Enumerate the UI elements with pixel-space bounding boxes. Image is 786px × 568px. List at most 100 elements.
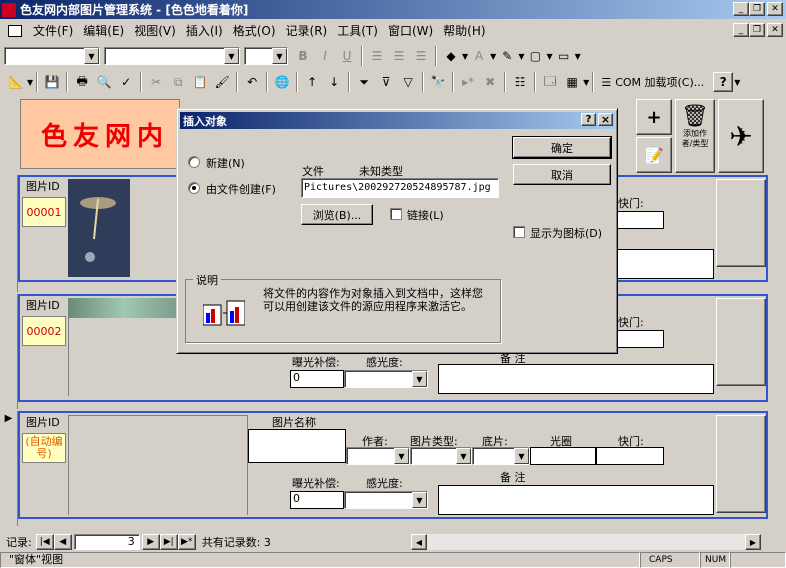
radio-from-file-label[interactable]: 由文件创建(F) <box>206 181 276 197</box>
link-checkbox[interactable] <box>390 208 402 220</box>
minimize-button[interactable]: _ <box>733 2 749 16</box>
airplane-button[interactable]: ✈ <box>718 99 764 173</box>
hscroll-left-button[interactable]: ◀ <box>410 534 427 550</box>
chevron-down-icon[interactable]: ▼ <box>575 52 581 61</box>
sort-desc-icon[interactable]: ↓ <box>324 72 344 92</box>
record-selector[interactable] <box>0 175 18 292</box>
chevron-down-icon[interactable]: ▼ <box>546 52 552 61</box>
side-button[interactable] <box>716 298 766 386</box>
exposure-field[interactable]: 0 <box>290 491 344 509</box>
paste-icon[interactable]: 📋 <box>190 72 210 92</box>
print-preview-icon[interactable]: 🔍 <box>94 72 114 92</box>
iso-combo[interactable]: ▼ <box>344 491 428 509</box>
chevron-down-icon[interactable]: ▼ <box>583 78 589 87</box>
photo-thumbnail[interactable] <box>68 179 130 277</box>
remarks-field[interactable] <box>438 364 714 394</box>
find-icon[interactable]: 🔭 <box>428 72 448 92</box>
italic-icon[interactable]: I <box>315 46 335 66</box>
filter-selection-icon[interactable]: ⏷ <box>354 72 374 92</box>
hyperlink-icon[interactable]: 🌐 <box>272 72 292 92</box>
dialog-help-button[interactable]: ? <box>581 113 596 126</box>
menu-file[interactable]: 文件(F) <box>28 21 78 41</box>
browse-button[interactable]: 浏览(B)... <box>301 204 373 225</box>
menu-format[interactable]: 格式(O) <box>228 21 281 41</box>
delete-record-icon[interactable]: ✖ <box>480 72 500 92</box>
pic-id-field[interactable]: 00001 <box>22 197 66 227</box>
chevron-down-icon[interactable]: ▼ <box>518 52 524 61</box>
fill-color-icon[interactable]: ◆ <box>441 46 461 66</box>
new-record-button[interactable]: ▶* <box>177 534 196 550</box>
photo-frame[interactable] <box>68 415 248 515</box>
shutter-field[interactable] <box>596 447 664 465</box>
author-combo[interactable]: ▼ <box>346 447 410 465</box>
iso-combo[interactable]: ▼ <box>344 370 428 388</box>
print-icon[interactable]: 🖶 <box>72 72 92 92</box>
help-icon[interactable]: ? <box>713 72 734 92</box>
doc-close-button[interactable]: ✕ <box>767 23 783 37</box>
chevron-down-icon[interactable]: ▼ <box>462 52 468 61</box>
save-icon[interactable]: 💾 <box>42 72 62 92</box>
exposure-field[interactable]: 0 <box>290 370 344 388</box>
format-painter-icon[interactable]: 🖌 <box>212 72 232 92</box>
sort-asc-icon[interactable]: ↑ <box>302 72 322 92</box>
side-button[interactable] <box>716 415 766 513</box>
new-object-icon[interactable]: ▦ <box>562 72 582 92</box>
hscroll-track[interactable] <box>426 534 745 550</box>
font-color-icon[interactable]: A <box>469 46 489 66</box>
first-record-button[interactable]: |◀ <box>35 534 54 550</box>
menu-window[interactable]: 窗口(W) <box>383 21 438 41</box>
database-window-icon[interactable]: 🗔 <box>540 72 560 92</box>
cut-icon[interactable]: ✂ <box>146 72 166 92</box>
pic-type-combo[interactable]: ▼ <box>410 447 472 465</box>
line-color-icon[interactable]: ✎ <box>497 46 517 66</box>
add-button[interactable]: + <box>636 99 672 135</box>
com-addins-button[interactable]: COM 加载项(C)... <box>615 74 704 90</box>
remarks-field[interactable] <box>438 485 714 515</box>
bold-icon[interactable]: B <box>293 46 313 66</box>
photo-thumbnail[interactable] <box>68 298 180 318</box>
menu-records[interactable]: 记录(R) <box>281 21 333 41</box>
line-width-icon[interactable]: ▭ <box>554 46 574 66</box>
last-record-button[interactable]: ▶| <box>159 534 178 550</box>
aperture-field[interactable] <box>530 447 596 465</box>
chevron-down-icon[interactable]: ▼ <box>490 52 496 61</box>
properties-icon[interactable]: ☷ <box>510 72 530 92</box>
doc-restore-button[interactable]: ❐ <box>749 23 765 37</box>
align-center-icon[interactable]: ☰ <box>389 46 409 66</box>
object-combo[interactable]: ▼ <box>4 47 100 65</box>
radio-new-label[interactable]: 新建(N) <box>206 155 245 171</box>
file-path-field[interactable]: Pictures\200292720524895787.jpg <box>301 178 499 198</box>
pic-name-field[interactable] <box>248 429 346 463</box>
border-icon[interactable]: ▢ <box>525 46 545 66</box>
pic-id-field[interactable]: 00002 <box>22 316 66 346</box>
current-record-field[interactable]: 3 <box>73 534 140 550</box>
link-label[interactable]: 链接(L) <box>407 207 444 223</box>
close-button[interactable]: ✕ <box>767 2 783 16</box>
radio-from-file[interactable] <box>188 182 200 194</box>
radio-new[interactable] <box>188 156 200 168</box>
size-combo[interactable]: ▼ <box>244 47 288 65</box>
font-combo[interactable]: ▼ <box>104 47 240 65</box>
restore-button[interactable]: ❐ <box>749 2 765 16</box>
doc-minimize-button[interactable]: _ <box>733 23 749 37</box>
design-view-icon[interactable]: 📐 <box>6 72 26 92</box>
undo-icon[interactable]: ↶ <box>242 72 262 92</box>
prev-record-button[interactable]: ◀ <box>53 534 72 550</box>
menu-view[interactable]: 视图(V) <box>129 21 181 41</box>
side-button[interactable] <box>716 179 766 267</box>
menu-insert[interactable]: 插入(I) <box>181 21 228 41</box>
next-record-button[interactable]: ▶ <box>141 534 160 550</box>
menu-edit[interactable]: 编辑(E) <box>78 21 129 41</box>
dialog-close-button[interactable]: × <box>598 113 613 126</box>
cancel-button[interactable]: 取消 <box>513 164 611 185</box>
align-right-icon[interactable]: ☰ <box>411 46 431 66</box>
ok-button[interactable]: 确定 <box>512 136 612 159</box>
doc-icon[interactable] <box>8 25 22 37</box>
menu-help[interactable]: 帮助(H) <box>438 21 490 41</box>
underline-icon[interactable]: U <box>337 46 357 66</box>
display-icon-checkbox[interactable] <box>513 226 525 238</box>
add-author-type-button[interactable]: 🗑 添加作者/类型 <box>675 99 715 173</box>
record-selector[interactable] <box>0 294 18 409</box>
apply-filter-icon[interactable]: ▽ <box>398 72 418 92</box>
hscroll-right-button[interactable]: ▶ <box>744 534 761 550</box>
